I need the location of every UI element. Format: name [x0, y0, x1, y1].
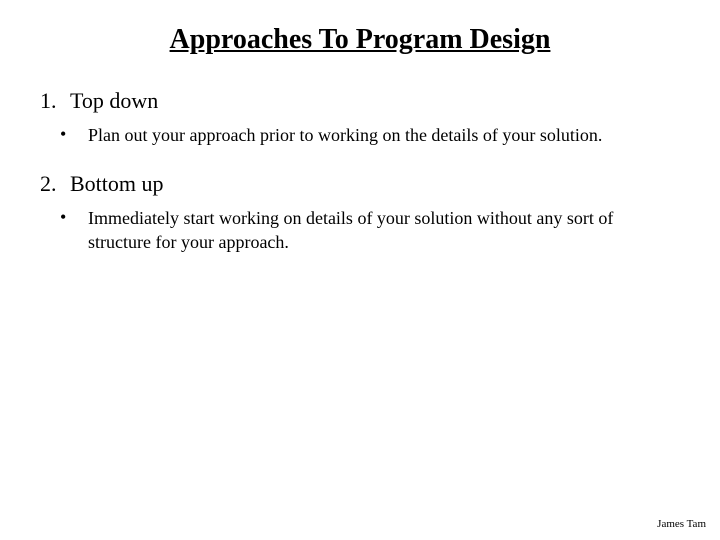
bullet-row: • Immediately start working on details o… [40, 207, 680, 254]
item-header: 2. Bottom up [40, 171, 680, 197]
bullet-row: • Plan out your approach prior to workin… [40, 124, 680, 147]
bullet-text: Plan out your approach prior to working … [88, 124, 622, 147]
item-title: Bottom up [70, 171, 164, 197]
bullet-text: Immediately start working on details of … [88, 207, 680, 254]
footer-credit: James Tam [657, 518, 706, 530]
slide-title: Approaches To Program Design [40, 24, 680, 56]
list-item: 2. Bottom up • Immediately start working… [40, 171, 680, 254]
list-item: 1. Top down • Plan out your approach pri… [40, 88, 680, 147]
item-header: 1. Top down [40, 88, 680, 114]
bullet-icon: • [60, 207, 88, 228]
bullet-icon: • [60, 124, 88, 145]
item-number: 2. [40, 171, 70, 197]
item-title: Top down [70, 88, 158, 114]
item-number: 1. [40, 88, 70, 114]
